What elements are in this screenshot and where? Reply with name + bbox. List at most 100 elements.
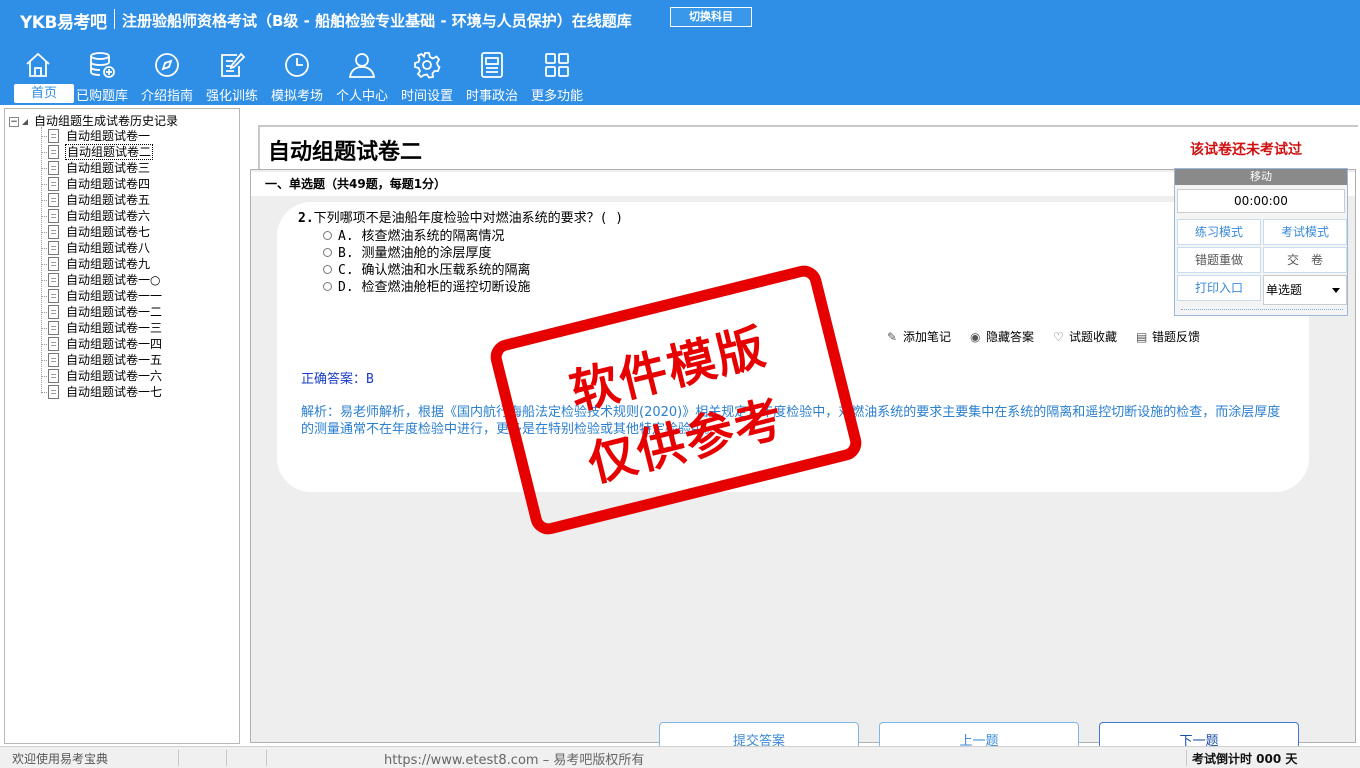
- tree-connector: [41, 184, 47, 185]
- tree-item-label: 自动组题试卷九: [66, 257, 151, 271]
- tree-connector: [41, 328, 47, 329]
- tree-root-label: 自动组题生成试卷历史记录: [34, 114, 179, 128]
- option-d[interactable]: D. 检查燃油舱柜的遥控切断设施: [323, 276, 530, 295]
- eye-icon: ◉: [970, 330, 981, 344]
- redo-wrong-button[interactable]: 错题重做: [1177, 247, 1261, 273]
- clock-icon: [285, 53, 309, 77]
- user-icon: [348, 53, 376, 78]
- tree-root[interactable]: − 自动组题生成试卷历史记录: [9, 112, 178, 128]
- edit-icon: [221, 52, 246, 77]
- main-nav: 首页 已购题库 介绍指南 强化训练 模拟考场 个人中心 时间设置 时事政治 更多…: [0, 48, 1360, 105]
- tree-connector: [41, 344, 47, 345]
- radio-icon[interactable]: [323, 248, 332, 257]
- document-icon: [48, 209, 59, 223]
- nav-item-guide[interactable]: 介绍指南: [135, 48, 199, 104]
- add-note-button[interactable]: ✎ 添加笔记: [887, 328, 951, 345]
- status-divider: [178, 750, 179, 766]
- feedback-button[interactable]: ▤ 错题反馈: [1136, 328, 1200, 345]
- tree-connector: [41, 232, 47, 233]
- tree-connector: [41, 312, 47, 313]
- hide-answer-label: 隐藏答案: [986, 330, 1035, 344]
- tree-connector: [41, 248, 47, 249]
- document-icon: [48, 385, 59, 399]
- question-number: 2.: [298, 211, 314, 226]
- document-icon: [48, 129, 59, 143]
- tree-item-label: 自动组题试卷一二: [66, 305, 163, 319]
- tree-item-label: 自动组题试卷三: [66, 161, 151, 175]
- answer-label: 正确答案：: [301, 372, 367, 387]
- tree-item-label: 自动组题试卷七: [66, 225, 151, 239]
- nav-item-more[interactable]: 更多功能: [525, 48, 589, 104]
- database-add-icon: [90, 52, 115, 78]
- grid-icon: [545, 53, 569, 77]
- radio-icon[interactable]: [323, 265, 332, 274]
- nav-label-mock-exam: 模拟考场: [270, 89, 323, 104]
- tree-connector: [41, 216, 47, 217]
- correct-answer: 正确答案：B: [301, 368, 374, 387]
- tree-item-label: 自动组题试卷一五: [66, 353, 163, 367]
- nav-item-purchased[interactable]: 已购题库: [70, 48, 134, 104]
- tree-connector: [41, 168, 47, 169]
- print-button[interactable]: 打印入口: [1177, 275, 1261, 301]
- tree-item-label: 自动组题试卷一一: [66, 289, 163, 303]
- exam-control-panel: 移动 00:00:00 练习模式 考试模式 错题重做 交 卷 打印入口 单选题: [1174, 168, 1348, 316]
- nav-item-personal[interactable]: 个人中心: [330, 48, 394, 104]
- question-text: 2.下列哪项不是油船年度检验中对燃油系统的要求？( ): [298, 207, 623, 226]
- tree-connector: [41, 280, 47, 281]
- collapse-icon[interactable]: −: [9, 116, 19, 127]
- tree-connector: [41, 360, 47, 361]
- practice-mode-button[interactable]: 练习模式: [1177, 219, 1261, 245]
- tree-connector: [41, 392, 47, 393]
- question-type-select[interactable]: 单选题: [1263, 275, 1347, 305]
- tree-item-label: 自动组题试卷二: [65, 144, 154, 160]
- feedback-icon: ▤: [1136, 330, 1148, 344]
- nav-label-personal: 个人中心: [335, 89, 388, 104]
- tree-connector: [41, 376, 47, 377]
- document-icon: [48, 193, 59, 207]
- status-divider: [226, 750, 227, 766]
- tree-connector: [41, 296, 47, 297]
- heart-icon: ♡: [1053, 330, 1064, 344]
- history-tree: − 自动组题生成试卷历史记录 自动组题试卷一 自动组题试卷二 自动组题试卷三 自动组题试…: [4, 108, 240, 744]
- favorite-button[interactable]: ♡ 试题收藏: [1053, 328, 1117, 345]
- radio-icon[interactable]: [323, 282, 332, 291]
- document-icon: [48, 321, 59, 335]
- exam-mode-button[interactable]: 考试模式: [1263, 219, 1347, 245]
- document-icon: [48, 225, 59, 239]
- nav-label-guide: 介绍指南: [140, 89, 193, 104]
- nav-item-politics[interactable]: 时事政治: [460, 48, 524, 104]
- pencil-icon: ✎: [887, 330, 898, 344]
- hide-answer-button[interactable]: ◉ 隐藏答案: [970, 328, 1034, 345]
- nav-label-home: 首页: [14, 84, 74, 103]
- tree-item-label: 自动组题试卷一七: [66, 385, 163, 399]
- document-icon: [48, 177, 59, 191]
- nav-item-training[interactable]: 强化训练: [200, 48, 264, 104]
- document-icon: [48, 289, 59, 303]
- hand-in-button[interactable]: 交 卷: [1263, 247, 1347, 273]
- switch-subject-button[interactable]: 切换科目: [670, 7, 752, 27]
- exam-status: 该试卷还未考试过: [1190, 142, 1302, 158]
- nav-item-home[interactable]: 首页: [6, 48, 74, 104]
- document-icon: [48, 145, 59, 159]
- favorite-label: 试题收藏: [1069, 330, 1118, 344]
- radio-icon[interactable]: [323, 231, 332, 240]
- home-icon: [26, 52, 50, 77]
- title-bar: YKB易考吧 注册验船师资格考试（B级 - 船舶检验专业基础 - 环境与人员保护…: [0, 0, 1360, 36]
- option-d-label: D. 检查燃油舱柜的遥控切断设施: [338, 280, 531, 295]
- panel-move-handle[interactable]: 移动: [1175, 169, 1347, 185]
- document-icon: [48, 369, 59, 383]
- add-note-label: 添加笔记: [903, 330, 952, 344]
- app-header: YKB易考吧 注册验船师资格考试（B级 - 船舶检验专业基础 - 环境与人员保护…: [0, 0, 1360, 105]
- nav-item-mock-exam[interactable]: 模拟考场: [265, 48, 329, 104]
- nav-item-time-settings[interactable]: 时间设置: [395, 48, 459, 104]
- status-divider: [1186, 750, 1187, 766]
- tree-connector: [41, 152, 47, 153]
- document-icon: [48, 353, 59, 367]
- status-bar: 欢迎使用易考宝典 https://www.etest8.com – 易考吧版权所…: [0, 746, 1360, 768]
- document-icon: [48, 273, 59, 287]
- news-icon: [481, 52, 503, 78]
- triangle-icon: [22, 118, 28, 125]
- tree-item-label: 自动组题试卷一○: [66, 273, 161, 287]
- nav-label-purchased: 已购题库: [75, 89, 128, 104]
- document-icon: [48, 161, 59, 175]
